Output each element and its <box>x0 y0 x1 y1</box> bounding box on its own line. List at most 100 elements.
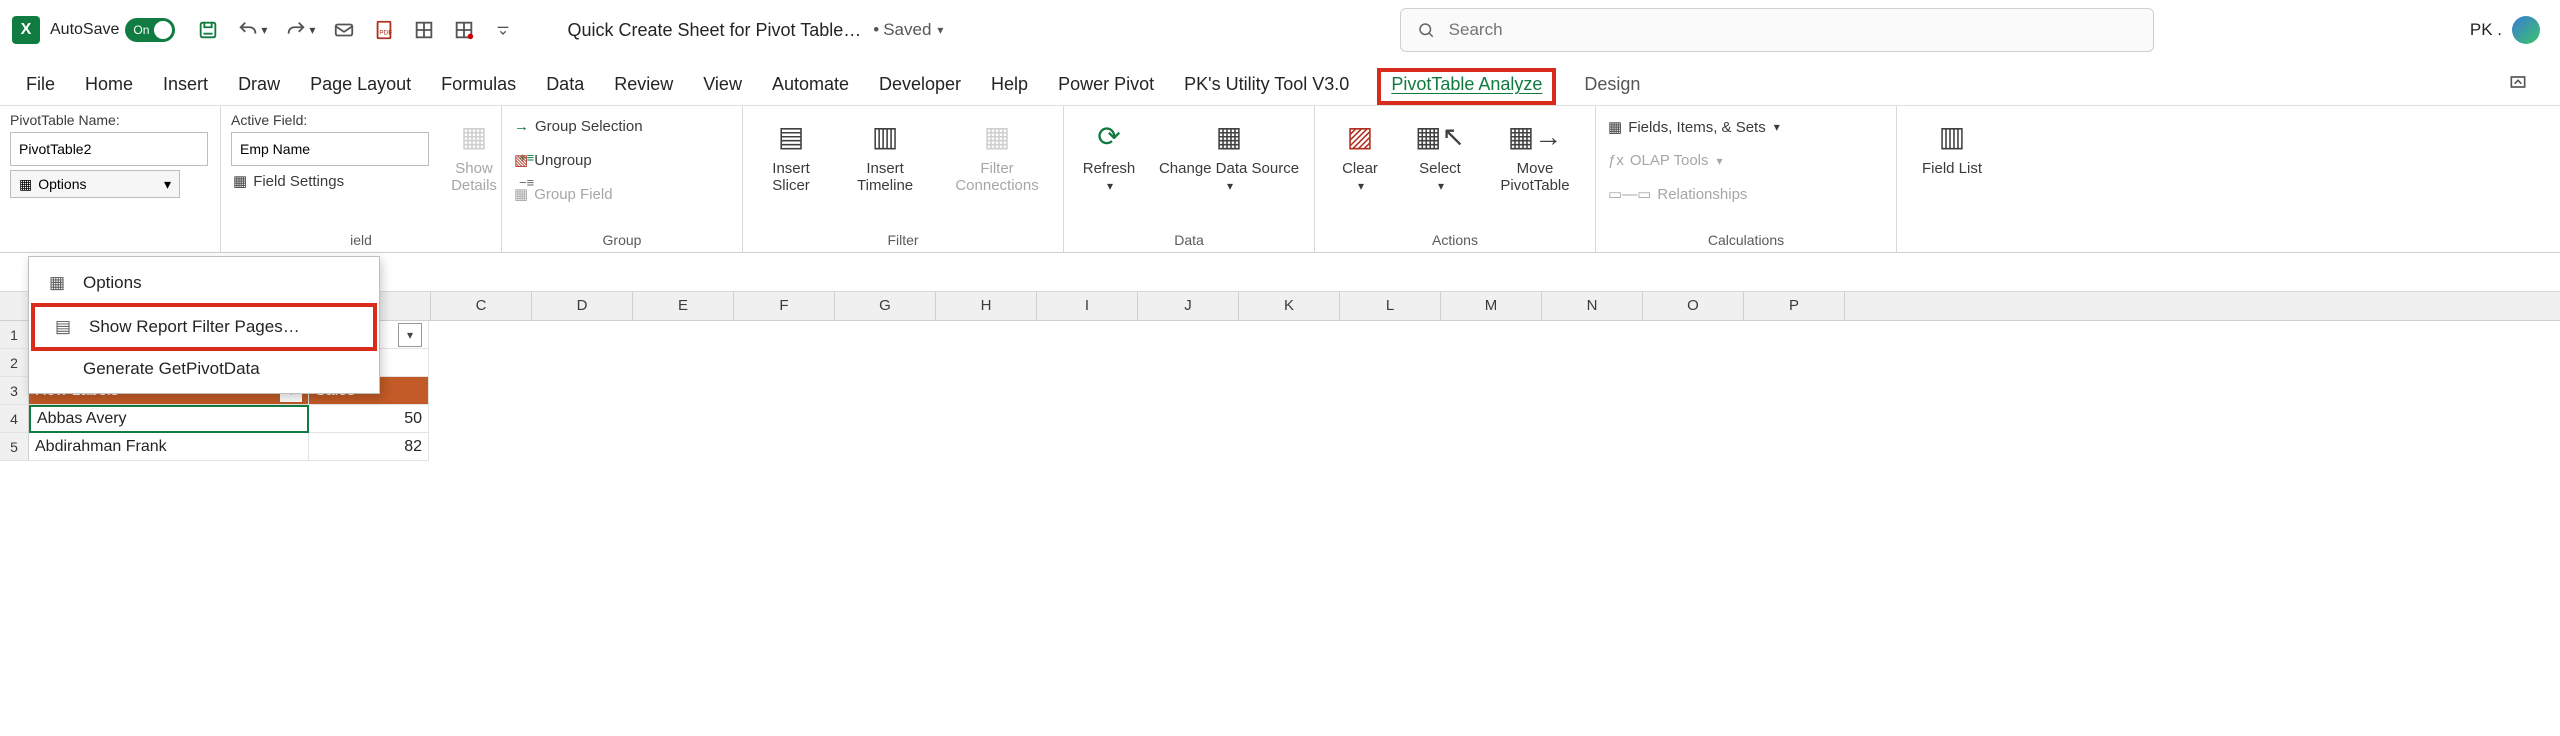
options-dropdown-button[interactable]: ▦ Options ▾ <box>10 170 180 198</box>
options-icon: ▦ <box>45 271 69 295</box>
col-header-k[interactable]: K <box>1239 292 1340 320</box>
col-header-m[interactable]: M <box>1441 292 1542 320</box>
col-header-n[interactable]: N <box>1542 292 1643 320</box>
tab-file[interactable]: File <box>24 68 57 105</box>
pdf-icon[interactable]: PDF <box>369 16 399 44</box>
row-header[interactable]: 3 <box>0 377 29 405</box>
cell-b5[interactable]: 82 <box>309 433 429 461</box>
col-header-i[interactable]: I <box>1037 292 1138 320</box>
col-header-c[interactable]: C <box>431 292 532 320</box>
col-header-f[interactable]: F <box>734 292 835 320</box>
autosave-toggle[interactable]: On <box>125 18 175 42</box>
active-field-input[interactable] <box>231 132 429 166</box>
fields-items-sets-button[interactable]: ▦ Fields, Items, & Sets ▾ <box>1606 116 1782 138</box>
tab-data[interactable]: Data <box>544 68 586 105</box>
cell-b4[interactable]: 50 <box>309 405 429 433</box>
row-header[interactable]: 5 <box>0 433 29 461</box>
mail-icon[interactable] <box>329 16 359 44</box>
field-settings-button[interactable]: ▦ Field Settings <box>231 170 429 192</box>
insert-timeline-button[interactable]: ▥ Insert Timeline <box>839 112 931 228</box>
select-icon: ▦↖ <box>1420 116 1460 156</box>
undo-icon[interactable]: ▾ <box>233 16 271 44</box>
tab-automate[interactable]: Automate <box>770 68 851 105</box>
group-label-active-field: ield <box>231 230 491 250</box>
document-title[interactable]: Quick Create Sheet for Pivot Table… <box>567 20 861 41</box>
account-name[interactable]: PK . <box>2470 20 2502 40</box>
move-button[interactable]: ▦→ Move PivotTable <box>1485 112 1585 228</box>
group-selection-button[interactable]: → Group Selection <box>512 116 645 137</box>
formula-bar: A Abbas Avery <box>0 253 2560 292</box>
tab-insert[interactable]: Insert <box>161 68 210 105</box>
tab-utility[interactable]: PK's Utility Tool V3.0 <box>1182 68 1351 105</box>
olap-tools-button: ƒx OLAP Tools ▾ <box>1606 150 1782 171</box>
field-list-button[interactable]: ▥ Field List <box>1917 112 1987 250</box>
borders-icon[interactable] <box>409 16 439 44</box>
row-header[interactable]: 2 <box>0 349 29 377</box>
ribbon: PivotTable Name: ▦ Options ▾ Active Fiel… <box>0 106 2560 253</box>
worksheet[interactable]: 1 ▾ 2 3 Row Labels ▾ Sales 4 Abbas Avery… <box>0 321 2560 461</box>
search-box[interactable] <box>1400 8 2154 52</box>
col-header-l[interactable]: L <box>1340 292 1441 320</box>
cell-a4[interactable]: Abbas Avery <box>29 405 309 433</box>
col-header-o[interactable]: O <box>1643 292 1744 320</box>
excel-logo: X <box>12 16 40 44</box>
col-header-e[interactable]: E <box>633 292 734 320</box>
col-header-g[interactable]: G <box>835 292 936 320</box>
menu-item-options[interactable]: ▦ Options <box>29 263 379 303</box>
col-header-h[interactable]: H <box>936 292 1037 320</box>
select-button[interactable]: ▦↖ Select▾ <box>1405 112 1475 228</box>
tab-power-pivot[interactable]: Power Pivot <box>1056 68 1156 105</box>
autosave-on-label: On <box>133 23 149 37</box>
row-header[interactable]: 4 <box>0 405 29 433</box>
refresh-button[interactable]: ⟳ Refresh▾ <box>1074 112 1144 228</box>
group-label-actions: Actions <box>1325 230 1585 250</box>
tab-pivottable-analyze[interactable]: PivotTable Analyze <box>1377 68 1556 105</box>
filter-connections-icon: ▦ <box>977 116 1017 156</box>
account-avatar[interactable] <box>2512 16 2540 44</box>
fields-items-icon: ▦ <box>1608 118 1622 136</box>
col-header-j[interactable]: J <box>1138 292 1239 320</box>
row-header[interactable]: 1 <box>0 321 29 349</box>
group-label-filter: Filter <box>753 230 1053 250</box>
menu-item-generate-getpivotdata[interactable]: Generate GetPivotData <box>29 351 379 387</box>
group-label-data: Data <box>1074 230 1304 250</box>
arrow-right-icon: → <box>514 118 529 135</box>
tab-view[interactable]: View <box>701 68 744 105</box>
tab-design[interactable]: Design <box>1582 68 1642 105</box>
tab-home[interactable]: Home <box>83 68 135 105</box>
save-status[interactable]: • Saved ▾ <box>873 20 943 40</box>
tab-review[interactable]: Review <box>612 68 675 105</box>
save-icon[interactable] <box>193 16 223 44</box>
group-label-group: Group <box>512 230 732 250</box>
pivot-name-input[interactable] <box>10 132 208 166</box>
redo-icon[interactable]: ▾ <box>281 16 319 44</box>
group-field-button: ▦ Group Field <box>512 183 645 205</box>
tab-page-layout[interactable]: Page Layout <box>308 68 413 105</box>
tab-developer[interactable]: Developer <box>877 68 963 105</box>
search-input[interactable] <box>1447 19 2137 41</box>
relationships-button: ▭—▭ Relationships <box>1606 183 1782 205</box>
column-headers: B C D E F G H I J K L M N O P <box>0 292 2560 321</box>
cell-a5[interactable]: Abdirahman Frank <box>29 433 309 461</box>
olap-icon: ƒx <box>1608 152 1624 169</box>
move-icon: ▦→ <box>1515 116 1555 156</box>
insert-slicer-button[interactable]: ▤ Insert Slicer <box>753 112 829 228</box>
tab-draw[interactable]: Draw <box>236 68 282 105</box>
chevron-down-icon[interactable]: ▾ <box>398 323 422 347</box>
col-header-d[interactable]: D <box>532 292 633 320</box>
col-header-p[interactable]: P <box>1744 292 1845 320</box>
filter-connections-button: ▦ Filter Connections <box>941 112 1053 228</box>
ribbon-collapse-icon[interactable] <box>2500 68 2536 105</box>
tab-help[interactable]: Help <box>989 68 1030 105</box>
ungroup-button[interactable]: ▧ Ungroup <box>512 149 645 171</box>
group-field-icon: ▦ <box>514 185 528 203</box>
table-row: 1 ▾ <box>0 321 2560 349</box>
tab-formulas[interactable]: Formulas <box>439 68 518 105</box>
table-row: 5 Abdirahman Frank 82 <box>0 433 2560 461</box>
change-data-source-button[interactable]: ▦ Change Data Source ▾ <box>1154 112 1304 228</box>
qat-overflow-icon[interactable] <box>489 16 517 44</box>
table-row: 4 Abbas Avery 50 <box>0 405 2560 433</box>
borders2-icon[interactable] <box>449 16 479 44</box>
menu-item-show-report-filter-pages[interactable]: ▤ Show Report Filter Pages… <box>31 303 377 351</box>
clear-button[interactable]: ▨ Clear▾ <box>1325 112 1395 228</box>
